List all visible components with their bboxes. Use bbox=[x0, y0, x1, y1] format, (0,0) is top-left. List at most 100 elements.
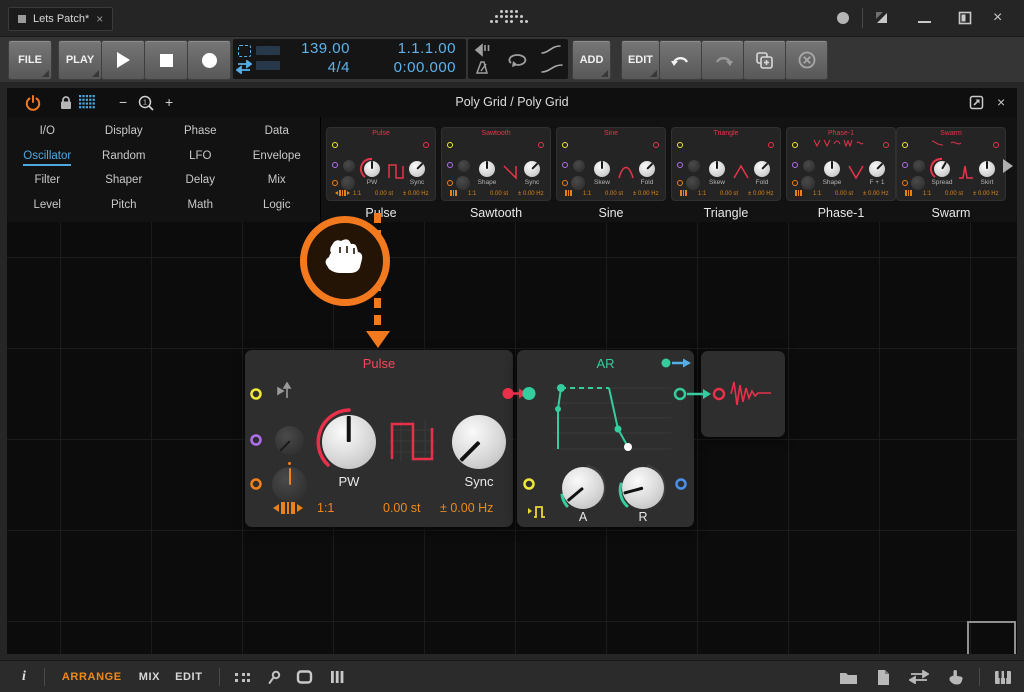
pulse-pw-port[interactable] bbox=[252, 436, 261, 445]
loop-icon[interactable] bbox=[238, 45, 251, 57]
category-item[interactable]: Delay bbox=[162, 170, 239, 195]
category-item[interactable]: Data bbox=[239, 121, 316, 146]
lock-icon[interactable] bbox=[59, 95, 73, 110]
loop-range-meter[interactable] bbox=[256, 46, 280, 55]
ar-gate-port[interactable] bbox=[525, 480, 534, 489]
zoom-out-button[interactable]: − bbox=[119, 88, 127, 117]
category-item[interactable]: Level bbox=[9, 195, 86, 220]
io-routing-icon[interactable] bbox=[909, 670, 929, 684]
category-item[interactable]: Mix bbox=[239, 170, 316, 195]
play-icon bbox=[116, 52, 130, 68]
mini-knob bbox=[913, 160, 925, 172]
shuffle-amount-meter[interactable] bbox=[256, 61, 280, 70]
palette-module-card[interactable]: Swarm Spread Skirt 1:1 0.00 st ± 0.00 Hz… bbox=[896, 127, 1006, 201]
category-item[interactable]: Phase bbox=[162, 121, 239, 146]
ar-precord-port[interactable] bbox=[662, 359, 671, 368]
snap-settings-icon[interactable] bbox=[234, 669, 251, 685]
palette-module-card[interactable]: Triangle Skew Fold 1:1 0.00 st ± 0.00 Hz… bbox=[671, 127, 781, 201]
pulse-out-port[interactable] bbox=[503, 388, 514, 399]
port-purple-icon bbox=[332, 162, 338, 168]
category-item[interactable]: Filter bbox=[9, 170, 86, 195]
browser-folder-icon[interactable] bbox=[839, 670, 858, 685]
stop-button[interactable] bbox=[144, 40, 188, 80]
category-item[interactable]: Display bbox=[86, 121, 163, 146]
category-item[interactable]: Shaper bbox=[86, 170, 163, 195]
palette-module-card[interactable]: Sawtooth Shape Sync 1:1 0.00 st ± 0.00 H… bbox=[441, 127, 551, 201]
project-tab[interactable]: Lets Patch* × bbox=[8, 7, 113, 31]
mini-knob bbox=[456, 176, 470, 190]
punch-in-icon[interactable] bbox=[474, 43, 492, 57]
audio-out-port[interactable] bbox=[714, 389, 724, 399]
grid-canvas[interactable]: Pulse PW Sync 1:1 0.00 st bbox=[7, 222, 1017, 654]
port-yellow-icon bbox=[792, 142, 798, 148]
virtual-keyboard-icon[interactable] bbox=[994, 670, 1012, 685]
ar-input-port[interactable] bbox=[523, 387, 536, 400]
category-item[interactable]: Envelope bbox=[239, 146, 316, 171]
mini-knob bbox=[341, 176, 355, 190]
palette-scroll-right-icon[interactable] bbox=[1003, 159, 1013, 173]
redo-icon bbox=[713, 53, 733, 67]
redo-button[interactable] bbox=[701, 40, 744, 80]
zoom-in-button[interactable]: + bbox=[165, 88, 173, 117]
category-item[interactable]: Pitch bbox=[86, 195, 163, 220]
delete-button[interactable] bbox=[785, 40, 828, 80]
time-value[interactable]: 0:00.000 bbox=[360, 58, 456, 77]
pulse-sync-port[interactable] bbox=[252, 480, 261, 489]
add-menu-button[interactable]: ADD bbox=[572, 40, 611, 80]
cue-markers-icon[interactable] bbox=[266, 669, 281, 685]
palette-module-card[interactable]: Sine Skew Fold 1:1 0.00 st ± 0.00 Hz Sin… bbox=[556, 127, 666, 201]
knob-b bbox=[524, 161, 540, 177]
mixer-meters-icon[interactable] bbox=[329, 669, 345, 685]
file-menu-button[interactable]: FILE bbox=[8, 40, 52, 80]
automation-follow-icon[interactable] bbox=[540, 43, 566, 57]
category-item-selected[interactable]: Oscillator bbox=[9, 146, 86, 171]
category-item[interactable]: Logic bbox=[239, 195, 316, 220]
shuffle-icon[interactable] bbox=[236, 60, 252, 74]
arranger-loop-icon[interactable] bbox=[505, 50, 529, 68]
view-tab-mix[interactable]: MIX bbox=[139, 671, 160, 683]
play-menu-button[interactable]: PLAY bbox=[58, 40, 102, 80]
info-icon[interactable]: i bbox=[22, 669, 26, 685]
device-power-icon[interactable] bbox=[25, 95, 41, 111]
view-tab-arrange[interactable]: ARRANGE bbox=[62, 671, 122, 683]
ar-mod-port[interactable] bbox=[677, 480, 686, 489]
edit-menu-label: EDIT bbox=[628, 54, 653, 66]
time-signature-value[interactable]: 4/4 bbox=[280, 58, 350, 77]
zoom-level-indicator[interactable]: 1 bbox=[138, 95, 155, 111]
project-tab-close-icon[interactable]: × bbox=[96, 13, 103, 25]
metronome-icon[interactable] bbox=[474, 60, 490, 75]
cable-arrow-icon bbox=[683, 359, 691, 368]
display-profile-icon[interactable] bbox=[874, 10, 889, 25]
grid-snap-icon[interactable] bbox=[79, 95, 95, 110]
pulse-pitch-port[interactable] bbox=[252, 390, 261, 399]
ar-out-port[interactable] bbox=[675, 389, 685, 399]
category-item[interactable]: Random bbox=[86, 146, 163, 171]
port-purple-icon bbox=[902, 162, 908, 168]
tempo-value[interactable]: 139.00 bbox=[280, 39, 350, 58]
touch-mode-icon[interactable] bbox=[947, 669, 963, 685]
drag-arrow-icon bbox=[366, 331, 390, 348]
play-button[interactable] bbox=[101, 40, 145, 80]
duplicate-button[interactable] bbox=[743, 40, 786, 80]
editor-close-icon[interactable]: × bbox=[997, 88, 1005, 117]
clip-launcher-toggle-icon[interactable] bbox=[296, 669, 314, 685]
view-tab-edit[interactable]: EDIT bbox=[175, 671, 202, 683]
category-item[interactable]: LFO bbox=[162, 146, 239, 171]
palette-module-card[interactable]: Phase-1 Shape F + 1 1:1 0.00 st ± 0.00 H… bbox=[786, 127, 896, 201]
undo-button[interactable] bbox=[659, 40, 702, 80]
popout-icon[interactable] bbox=[969, 95, 984, 110]
palette-module-card[interactable]: Pulse PW Sync 1:1 0.00 st ± 0.00 Hz Puls… bbox=[326, 127, 436, 201]
engine-status-icon[interactable] bbox=[837, 12, 849, 24]
edit-menu-button[interactable]: EDIT bbox=[621, 40, 660, 80]
maximize-icon[interactable] bbox=[958, 11, 972, 25]
canvas-navigator[interactable] bbox=[967, 621, 1016, 654]
record-button[interactable] bbox=[187, 40, 231, 80]
file-panel-icon[interactable] bbox=[876, 669, 891, 686]
category-item[interactable]: I/O bbox=[9, 121, 86, 146]
position-value[interactable]: 1.1.1.00 bbox=[360, 39, 456, 58]
category-item[interactable]: Math bbox=[162, 195, 239, 220]
automation-write-icon[interactable] bbox=[540, 61, 566, 75]
mini-knob bbox=[688, 160, 700, 172]
minimize-icon[interactable] bbox=[918, 21, 931, 23]
close-icon[interactable]: × bbox=[993, 10, 1002, 26]
